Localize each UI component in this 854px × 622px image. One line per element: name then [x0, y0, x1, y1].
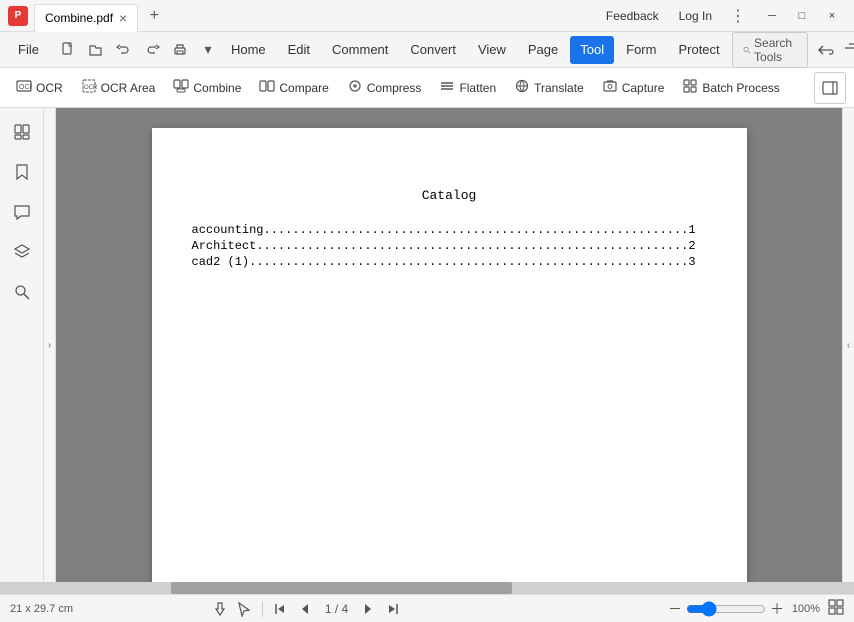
svg-text:OCR: OCR [19, 84, 32, 91]
active-tab[interactable]: Combine.pdf × [34, 4, 138, 32]
svg-text:OCR: OCR [84, 85, 97, 91]
flatten-button[interactable]: Flatten [431, 72, 504, 104]
window-controls: ─ □ × [758, 6, 846, 26]
login-button[interactable]: Log In [673, 7, 718, 25]
page-dimensions: 21 x 29.7 cm [10, 603, 73, 615]
search-area: Search Tools [732, 32, 854, 68]
tab-area: P Combine.pdf × + [8, 0, 166, 32]
search-tools-button[interactable]: Search Tools [732, 32, 808, 68]
left-panel-collapse[interactable]: › [44, 108, 56, 582]
select-tool-button[interactable] [234, 599, 254, 619]
app-logo: P [8, 6, 28, 26]
document-area[interactable]: Catalog accounting......................… [56, 108, 842, 582]
zoom-area: － ＋ 100% [668, 599, 844, 619]
zoom-level: 100% [788, 603, 824, 615]
new-file-button[interactable] [57, 39, 79, 61]
menu-edit[interactable]: Edit [278, 36, 320, 64]
menu-protect[interactable]: Protect [668, 36, 729, 64]
sidebar-pages-button[interactable] [6, 116, 38, 148]
document-content: accounting..............................… [192, 223, 707, 269]
ocr-button[interactable]: OCR OCR [8, 72, 71, 104]
menu-convert[interactable]: Convert [400, 36, 466, 64]
menu-comment[interactable]: Comment [322, 36, 398, 64]
more-file-button[interactable]: ▾ [197, 39, 219, 61]
sidebar-bookmark-button[interactable] [6, 156, 38, 188]
restore-button[interactable]: □ [788, 6, 816, 26]
capture-button[interactable]: Capture [594, 72, 673, 104]
view-mode-button[interactable] [828, 599, 844, 618]
ocr-area-button[interactable]: OCR OCR Area [73, 72, 164, 104]
ocr-icon: OCR [16, 78, 32, 97]
prev-page-button[interactable] [295, 599, 315, 619]
document-line: cad2 (1)................................… [192, 255, 707, 269]
compress-icon [347, 78, 363, 97]
left-sidebar [0, 108, 44, 582]
more-options-button[interactable]: ⋮ [726, 4, 750, 28]
search-icon [743, 44, 750, 56]
menu-page[interactable]: Page [518, 36, 568, 64]
translate-button[interactable]: Translate [506, 72, 592, 104]
sidebar-layers-button[interactable] [6, 236, 38, 268]
flatten-icon [439, 78, 455, 97]
close-window-button[interactable]: × [818, 6, 846, 26]
status-bar: 21 x 29.7 cm 1 / 4 － ＋ 100% [0, 594, 854, 622]
compare-button[interactable]: Compare [251, 72, 336, 104]
combine-icon [173, 78, 189, 97]
right-panel-collapse[interactable]: ‹ [842, 108, 854, 582]
close-tab-icon[interactable]: × [119, 10, 127, 26]
main-area: › Catalog accounting....................… [0, 108, 854, 582]
menu-home[interactable]: Home [221, 36, 276, 64]
document-line: Architect...............................… [192, 239, 707, 253]
zoom-out-button[interactable]: － [668, 599, 682, 619]
minimize-button[interactable]: ─ [758, 6, 786, 26]
translate-icon [514, 78, 530, 97]
document-line: accounting..............................… [192, 223, 707, 237]
capture-icon [602, 78, 618, 97]
nav-back-button[interactable] [814, 38, 838, 62]
tab-title: Combine.pdf [45, 11, 113, 25]
sidebar-comment-button[interactable] [6, 196, 38, 228]
scrollbar-thumb[interactable] [171, 582, 513, 594]
nav-forward-button[interactable] [840, 38, 854, 62]
title-bar: P Combine.pdf × + Feedback Log In ⋮ ─ □ … [0, 0, 854, 32]
menu-tool[interactable]: Tool [570, 36, 614, 64]
document-page: Catalog accounting......................… [152, 128, 747, 582]
batch-process-button[interactable]: Batch Process [674, 72, 787, 104]
first-page-button[interactable] [271, 599, 291, 619]
right-panel-button[interactable] [814, 72, 846, 104]
last-page-button[interactable] [382, 599, 402, 619]
combine-button[interactable]: Combine [165, 72, 249, 104]
feedback-button[interactable]: Feedback [600, 7, 665, 25]
menu-file[interactable]: File [8, 36, 49, 64]
file-tools: ▾ [57, 39, 219, 61]
menu-bar: File ▾ Home Edit Comment Convert View Pa… [0, 32, 854, 68]
file-area: File ▾ [8, 36, 219, 64]
redo-button[interactable] [141, 39, 163, 61]
hand-tool-button[interactable] [210, 599, 230, 619]
ocr-area-icon: OCR [81, 78, 97, 97]
open-file-button[interactable] [85, 39, 107, 61]
zoom-in-button[interactable]: ＋ [770, 599, 784, 619]
new-tab-button[interactable]: + [142, 4, 166, 28]
right-panel-icon [822, 80, 838, 96]
compare-icon [259, 78, 275, 97]
sidebar-search-button[interactable] [6, 276, 38, 308]
batch-process-icon [682, 78, 698, 97]
document-title: Catalog [192, 188, 707, 203]
zoom-slider[interactable] [686, 601, 766, 617]
page-navigation: 1 / 4 [210, 599, 402, 619]
print-button[interactable] [169, 39, 191, 61]
menu-view[interactable]: View [468, 36, 516, 64]
tool-bar: OCR OCR OCR OCR Area Combine Compare Com… [0, 68, 854, 108]
title-bar-right: Feedback Log In ⋮ ─ □ × [600, 4, 846, 28]
menu-form[interactable]: Form [616, 36, 666, 64]
nav-buttons [814, 38, 854, 62]
compress-button[interactable]: Compress [339, 72, 430, 104]
undo-button[interactable] [113, 39, 135, 61]
horizontal-scrollbar[interactable] [0, 582, 854, 594]
next-page-button[interactable] [358, 599, 378, 619]
page-info: 1 / 4 [319, 602, 354, 616]
